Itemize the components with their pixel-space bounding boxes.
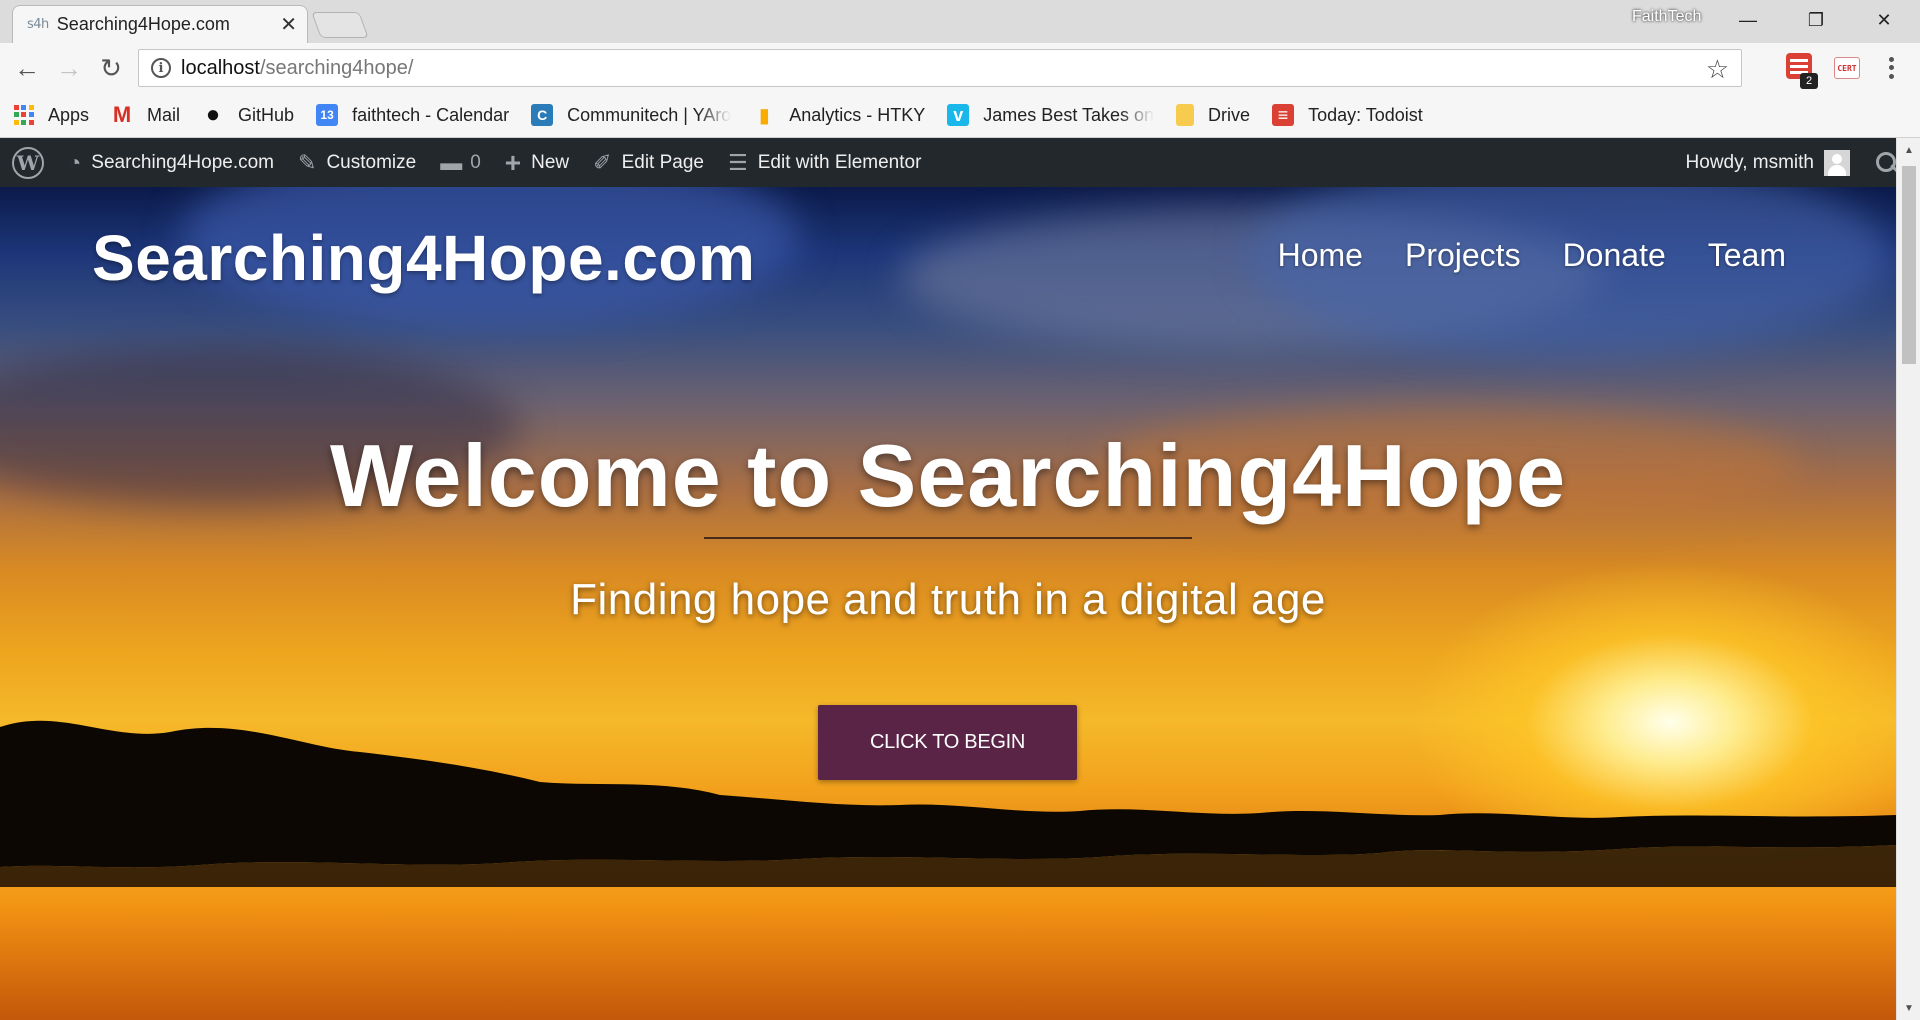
bookmark-todoist[interactable]: ≡ Today: Todoist	[1272, 99, 1433, 131]
wordpress-logo-icon: W	[12, 146, 44, 179]
vimeo-icon: v	[947, 104, 970, 126]
pencil-icon: ✐	[593, 149, 612, 175]
tab-close-icon[interactable]: ✕	[280, 12, 297, 37]
admin-new-label: New	[531, 151, 570, 173]
address-bar[interactable]: i localhost/searching4hope/ ☆	[138, 49, 1742, 87]
back-button[interactable]: ←	[10, 51, 44, 85]
bookmark-label: Today: Todoist	[1308, 104, 1423, 125]
todoist-icon: ≡	[1272, 104, 1295, 126]
bookmark-label: Analytics - HTKY	[789, 104, 926, 125]
hero-title: Welcome to Searching4Hope	[329, 426, 1567, 525]
admin-howdy-label: Howdy, msmith	[1685, 151, 1814, 173]
tab-favicon-icon: s4h	[27, 17, 49, 32]
scroll-up-icon[interactable]: ▲	[1897, 138, 1920, 162]
browser-toolbar: ← → ↻ i localhost/searching4hope/ ☆ 2 CE…	[0, 43, 1920, 93]
bookmark-label: faithtech - Calendar	[352, 104, 510, 125]
bookmarks-bar: Apps M Mail ● GitHub 13 faithtech - Cale…	[0, 93, 1920, 138]
browser-titlebar: s4h Searching4Hope.com ✕ FaithTech — ❐ ✕	[0, 0, 1920, 43]
hero-divider	[704, 537, 1192, 539]
new-tab-button[interactable]	[311, 12, 369, 38]
hero-subtitle: Finding hope and truth in a digital age	[570, 575, 1326, 624]
github-icon: ●	[205, 101, 221, 128]
calendar-icon: 13	[316, 104, 339, 126]
admin-edit-elementor-label: Edit with Elementor	[757, 151, 922, 173]
browser-menu-icon[interactable]	[1886, 55, 1896, 81]
site-logo[interactable]: Searching4Hope.com	[92, 221, 755, 295]
elementor-icon: ☰	[728, 149, 748, 175]
window-close-button[interactable]: ✕	[1856, 0, 1912, 40]
bookmark-github[interactable]: ● GitHub	[202, 99, 304, 131]
restore-button[interactable]: ❐	[1788, 0, 1844, 40]
wp-logo-menu[interactable]: W	[0, 138, 56, 187]
admin-edit-elementor[interactable]: ☰ Edit with Elementor	[716, 138, 933, 187]
bookmark-label: GitHub	[238, 104, 295, 125]
nav-donate[interactable]: Donate	[1563, 237, 1666, 274]
bookmark-label: James Best Takes on	[983, 104, 1155, 125]
site-info-icon[interactable]: i	[151, 58, 171, 78]
admin-my-account[interactable]: Howdy, msmith	[1674, 138, 1850, 187]
admin-customize[interactable]: ✎ Customize	[286, 138, 428, 187]
site-nav: Home Projects Donate Team	[1278, 237, 1786, 274]
admin-edit-page[interactable]: ✐ Edit Page	[581, 138, 716, 187]
comment-bubble-icon: ▬	[440, 149, 463, 175]
bookmark-faithtech-calendar[interactable]: 13 faithtech - Calendar	[316, 99, 519, 131]
bookmark-label: Communitech | YAro	[567, 104, 732, 125]
scroll-thumb[interactable]	[1902, 166, 1916, 364]
drive-folder-icon	[1176, 104, 1195, 126]
browser-tab-active[interactable]: s4h Searching4Hope.com ✕	[12, 5, 308, 43]
forward-button[interactable]: →	[52, 51, 86, 85]
bookmark-label: Apps	[48, 104, 90, 125]
admin-edit-page-label: Edit Page	[621, 151, 704, 173]
bookmark-label: Drive	[1208, 104, 1251, 125]
apps-grid-icon	[14, 105, 34, 125]
page-scrollbar[interactable]: ▲ ▼	[1896, 138, 1920, 1020]
dashboard-icon: ◔	[68, 149, 82, 175]
bookmark-mail[interactable]: M Mail	[111, 99, 190, 131]
bookmark-analytics[interactable]: ▮ Analytics - HTKY	[753, 99, 935, 131]
profile-name[interactable]: FaithTech	[1632, 8, 1701, 26]
gmail-icon: M	[112, 102, 132, 127]
communitech-icon: C	[531, 104, 554, 126]
bookmark-apps[interactable]: Apps	[14, 99, 99, 131]
hero-section: Searching4Hope.com Home Projects Donate …	[0, 187, 1896, 1020]
reload-button[interactable]: ↻	[94, 51, 128, 85]
bookmark-vimeo[interactable]: v James Best Takes on	[947, 99, 1164, 131]
admin-comments-count: 0	[470, 151, 481, 173]
admin-new[interactable]: + New	[493, 138, 581, 187]
wp-admin-bar: W ◔ Searching4Hope.com ✎ Customize ▬ 0 +…	[0, 138, 1920, 187]
nav-home[interactable]: Home	[1278, 237, 1363, 274]
click-to-begin-button[interactable]: CLICK TO BEGIN	[818, 705, 1077, 780]
admin-site-name[interactable]: ◔ Searching4Hope.com	[56, 138, 286, 187]
nav-projects[interactable]: Projects	[1405, 237, 1521, 274]
nav-team[interactable]: Team	[1708, 237, 1786, 274]
tab-title: Searching4Hope.com	[56, 14, 230, 34]
scroll-down-icon[interactable]: ▼	[1897, 996, 1920, 1020]
bookmark-label: Mail	[147, 104, 181, 125]
todoist-badge: 2	[1800, 73, 1818, 89]
admin-site-name-label: Searching4Hope.com	[91, 151, 275, 173]
bookmark-communitech[interactable]: C Communitech | YAro	[531, 99, 741, 131]
bookmark-drive[interactable]: Drive	[1176, 99, 1260, 131]
admin-comments[interactable]: ▬ 0	[428, 138, 493, 187]
cert-extension-icon[interactable]: CERT	[1834, 57, 1860, 79]
paintbrush-icon: ✎	[298, 149, 317, 175]
admin-customize-label: Customize	[326, 151, 417, 173]
analytics-icon: ▮	[758, 104, 770, 127]
bookmark-star-icon[interactable]: ☆	[1706, 54, 1729, 85]
avatar	[1824, 149, 1850, 176]
minimize-button[interactable]: —	[1720, 0, 1776, 40]
url-host: localhost	[181, 56, 260, 79]
plus-icon: +	[504, 146, 522, 178]
url-path: /searching4hope/	[259, 56, 414, 79]
